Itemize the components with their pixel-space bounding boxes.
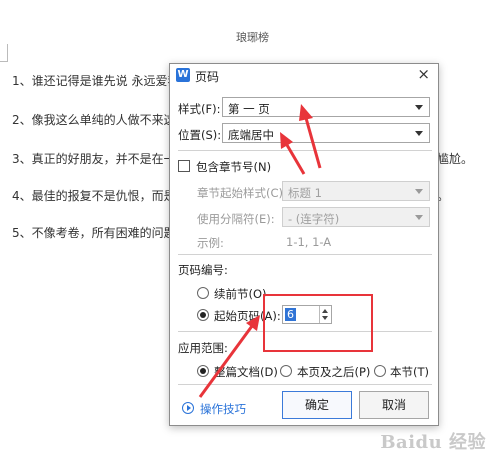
annotation-arrowhead [246, 315, 260, 331]
annotation-arrows [198, 104, 322, 398]
annotation-arrow [304, 117, 322, 169]
annotation-arrowhead [299, 104, 313, 121]
annotation-arrow [285, 144, 306, 175]
annotation-arrow [198, 325, 254, 398]
